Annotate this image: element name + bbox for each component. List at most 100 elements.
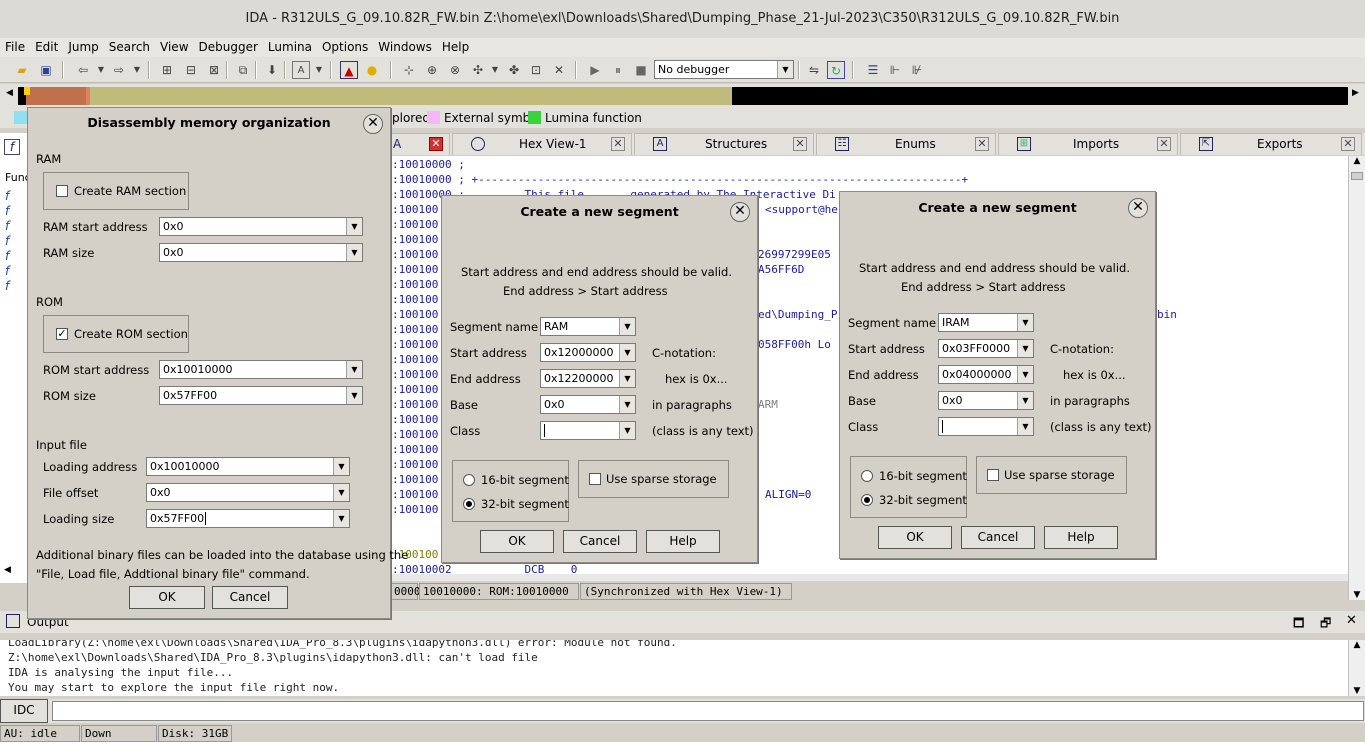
- chevron-down-icon[interactable]: ▼: [619, 344, 635, 361]
- segment-name-input[interactable]: IRAM ▼: [938, 313, 1034, 332]
- pause-icon[interactable]: ⏸: [609, 61, 627, 79]
- scroll-thumb[interactable]: [1351, 172, 1363, 180]
- back-dropdown-icon[interactable]: ▼: [92, 61, 110, 79]
- scroll-up-icon[interactable]: ▲: [1349, 156, 1365, 166]
- back-arrow-icon[interactable]: ⇦: [74, 61, 92, 79]
- plugin-icon[interactable]: ✤: [505, 61, 523, 79]
- ok-button[interactable]: OK: [480, 530, 554, 553]
- start-address-input[interactable]: 0x03FF0000 ▼: [938, 339, 1034, 358]
- data-icon[interactable]: ⊟: [182, 61, 200, 79]
- restore-icon[interactable]: 🗗: [1320, 614, 1331, 635]
- lightbulb-icon[interactable]: ●: [363, 61, 381, 79]
- class-input[interactable]: ▼: [540, 421, 636, 440]
- save-icon[interactable]: ▣: [37, 61, 55, 79]
- forward-dropdown-icon[interactable]: ▼: [128, 61, 146, 79]
- function-icon[interactable]: ⊕: [423, 61, 441, 79]
- bit16-radio[interactable]: [463, 474, 475, 486]
- chevron-down-icon[interactable]: ▼: [1017, 392, 1033, 409]
- chevron-down-icon[interactable]: ▼: [346, 244, 362, 261]
- cancel-button[interactable]: Cancel: [961, 526, 1035, 549]
- warning-icon[interactable]: ▲: [340, 61, 358, 79]
- download-arrow-icon[interactable]: ⬇: [263, 61, 281, 79]
- bit16-radio[interactable]: [861, 470, 873, 482]
- ok-button[interactable]: OK: [878, 526, 952, 549]
- help-button[interactable]: Help: [1044, 526, 1118, 549]
- refresh-icon[interactable]: ↻: [827, 61, 845, 79]
- cancel-button[interactable]: Cancel: [563, 530, 637, 553]
- idc-command-input[interactable]: [52, 701, 1364, 721]
- scroll-left-icon[interactable]: ◀: [4, 565, 11, 575]
- cancel-button[interactable]: Cancel: [212, 586, 288, 609]
- play-icon[interactable]: ▶: [586, 61, 604, 79]
- loading-size-input[interactable]: 0x57FF00 ▼: [146, 509, 350, 528]
- chevron-down-icon[interactable]: ▼: [333, 484, 349, 501]
- end-address-input[interactable]: 0x04000000 ▼: [938, 365, 1034, 384]
- segment-name-input[interactable]: RAM ▼: [540, 317, 636, 336]
- rom-size-input[interactable]: 0x57FF00 ▼: [159, 386, 363, 405]
- sparse-checkbox[interactable]: [987, 469, 999, 481]
- delete-x-icon[interactable]: ✕: [550, 61, 568, 79]
- menu-file[interactable]: File: [0, 38, 30, 57]
- disasm-scrollbar[interactable]: ▲ ▼: [1348, 156, 1365, 600]
- code-icon[interactable]: ⊗: [446, 61, 464, 79]
- string-dropdown-icon[interactable]: ▼: [310, 61, 328, 79]
- menu-windows[interactable]: Windows: [373, 38, 437, 57]
- tab-close-icon[interactable]: ✕: [975, 137, 989, 151]
- file-offset-input[interactable]: 0x0 ▼: [146, 483, 350, 502]
- tab-ida-view[interactable]: A ✕: [390, 133, 450, 155]
- maximize-icon[interactable]: 🗖: [1293, 614, 1304, 635]
- class-input[interactable]: ▼: [938, 417, 1034, 436]
- menu-lumina[interactable]: Lumina: [263, 38, 317, 57]
- bit32-radio[interactable]: [861, 494, 873, 506]
- chevron-down-icon[interactable]: ▼: [1017, 418, 1033, 435]
- breakpoint-icon[interactable]: ⇋: [805, 61, 823, 79]
- output-log[interactable]: LoadLibrary(Z:\home\exl\Downloads\Shared…: [0, 640, 1348, 696]
- chevron-down-icon[interactable]: ▼: [346, 387, 362, 404]
- hex-binary-icon[interactable]: ⊞: [158, 61, 176, 79]
- patch-dropdown-icon[interactable]: ▼: [486, 61, 504, 79]
- sparse-checkbox[interactable]: [589, 473, 601, 485]
- bit32-radio[interactable]: [463, 498, 475, 510]
- menu-options[interactable]: Options: [317, 38, 373, 57]
- close-icon[interactable]: ✕: [1128, 198, 1148, 218]
- list-icon[interactable]: ☰: [864, 61, 882, 79]
- chevron-down-icon[interactable]: ▼: [619, 422, 635, 439]
- chevron-down-icon[interactable]: ▼: [1017, 314, 1033, 331]
- ram-size-input[interactable]: 0x0 ▼: [159, 243, 363, 262]
- tab-imports[interactable]: ⊞ Imports ✕: [998, 133, 1178, 155]
- base-input[interactable]: 0x0 ▼: [938, 391, 1034, 410]
- menu-help[interactable]: Help: [437, 38, 474, 57]
- output-scrollbar[interactable]: ▲ ▼: [1348, 640, 1365, 696]
- idc-button[interactable]: IDC: [0, 699, 48, 723]
- close-icon[interactable]: ✕: [1346, 613, 1357, 628]
- base-input[interactable]: 0x0 ▼: [540, 395, 636, 414]
- chevron-down-icon[interactable]: ▼: [619, 396, 635, 413]
- chevron-down-icon[interactable]: ▼: [1017, 366, 1033, 383]
- tab-close-icon[interactable]: ✕: [429, 137, 443, 151]
- chevron-down-icon[interactable]: ▼: [1017, 340, 1033, 357]
- create-rom-checkbox[interactable]: ✓: [56, 328, 68, 340]
- struct-icon[interactable]: ⧉: [234, 61, 252, 79]
- array-icon[interactable]: ⊠: [205, 61, 223, 79]
- tree-remove-icon[interactable]: ⊮: [908, 61, 926, 79]
- start-address-input[interactable]: 0x12000000 ▼: [540, 343, 636, 362]
- menu-view[interactable]: View: [155, 38, 193, 57]
- loading-address-input[interactable]: 0x10010000 ▼: [146, 457, 350, 476]
- scroll-down-icon[interactable]: ▼: [1349, 590, 1365, 600]
- open-folder-icon[interactable]: ▰: [13, 61, 31, 79]
- chevron-down-icon[interactable]: ▼: [346, 361, 362, 378]
- nav-right-arrow-icon[interactable]: ▶: [1352, 88, 1359, 98]
- tree-icon[interactable]: ⊩: [886, 61, 904, 79]
- tab-exports[interactable]: ⇱ Exports ✕: [1180, 133, 1362, 155]
- tab-close-icon[interactable]: ✕: [1157, 137, 1171, 151]
- scroll-up-icon[interactable]: ▲: [1349, 640, 1365, 650]
- chevron-down-icon[interactable]: ▼: [619, 370, 635, 387]
- forward-arrow-icon[interactable]: ⇨: [110, 61, 128, 79]
- ram-start-input[interactable]: 0x0 ▼: [159, 217, 363, 236]
- debugger-select[interactable]: No debugger ▼: [654, 60, 794, 79]
- tab-close-icon[interactable]: ✕: [1341, 137, 1355, 151]
- nav-left-arrow-icon[interactable]: ◀: [6, 88, 13, 98]
- tab-close-icon[interactable]: ✕: [793, 137, 807, 151]
- tab-hex-view[interactable]: Hex View-1 ✕: [452, 133, 632, 155]
- menu-edit[interactable]: Edit: [30, 38, 63, 57]
